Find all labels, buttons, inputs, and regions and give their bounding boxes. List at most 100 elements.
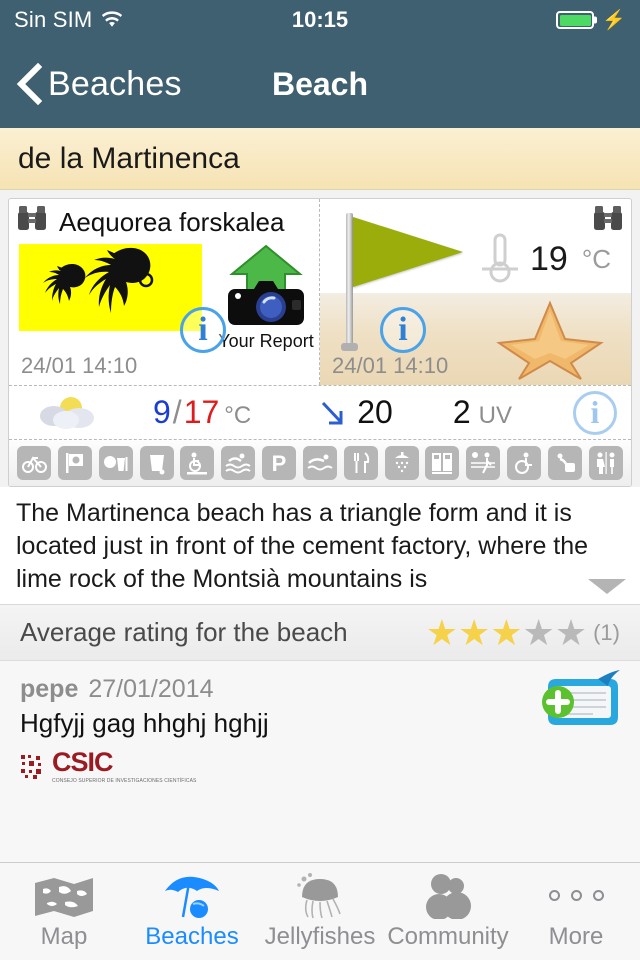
tab-community[interactable]: Community xyxy=(384,863,512,960)
csic-text-block: CSIC CONSEJO SUPERIOR DE INVESTIGACIONES… xyxy=(52,747,196,785)
battery-full-icon xyxy=(556,11,598,29)
water-temperature-group: 19 °C xyxy=(480,231,611,287)
beach-description: The Martinenca beach has a triangle form… xyxy=(0,487,640,605)
swimming-icon[interactable] xyxy=(302,446,337,480)
bicycle-parking-icon[interactable] xyxy=(17,446,51,480)
wind-direction-arrow-icon xyxy=(322,401,343,424)
temp-separator: / xyxy=(172,394,182,430)
jellyfish-illustration: i xyxy=(19,244,226,353)
water-temperature-unit: °C xyxy=(581,243,612,274)
tab-bar: Map Beaches Jellyfishes Community More xyxy=(0,862,640,960)
weather-info-button[interactable]: i xyxy=(573,390,617,435)
toilets-icon[interactable] xyxy=(588,446,623,480)
add-comment-button[interactable] xyxy=(538,669,626,742)
star-icon[interactable]: ★ xyxy=(523,614,555,651)
services-icon-row: P xyxy=(9,440,631,486)
comment-text: Hgfyjj gag hhghj hghjj xyxy=(20,708,269,738)
jellyfish-timestamp: 24/01 14:10 xyxy=(21,353,138,378)
beach-info-panel: Aequorea forskalea i Your Report 24/01 1… xyxy=(8,198,632,487)
waste-bin-icon[interactable] xyxy=(139,446,174,480)
comment-header: pepe 27/01/2014 xyxy=(20,675,620,704)
accessible-chair-icon[interactable] xyxy=(507,446,542,480)
shower-icon[interactable] xyxy=(384,446,419,480)
parking-icon[interactable]: P xyxy=(262,446,297,480)
drinking-fountain-icon[interactable] xyxy=(547,446,582,480)
status-right-group: ⚡ xyxy=(556,11,626,30)
star-icon[interactable]: ★ xyxy=(426,614,458,651)
restaurant-icon[interactable] xyxy=(343,446,378,480)
your-report-button[interactable]: Your Report xyxy=(216,244,316,352)
tab-map[interactable]: Map xyxy=(0,863,128,960)
accessible-bathing-icon[interactable] xyxy=(221,446,256,480)
panel-top-row: Aequorea forskalea i Your Report 24/01 1… xyxy=(9,199,631,385)
binoculars-icon xyxy=(594,206,622,230)
rating-stars[interactable]: ★ ★ ★ ★ ★ (1) xyxy=(426,614,620,651)
back-button-label: Beaches xyxy=(48,64,182,103)
tab-label: Jellyfishes xyxy=(264,922,376,950)
green-flag-icon xyxy=(341,213,463,351)
starfish-icon xyxy=(496,300,604,380)
chevron-left-icon xyxy=(16,63,42,105)
status-bar: Sin SIM 10:15 ⚡ xyxy=(0,0,640,40)
beach-flag-card[interactable]: 19 °C i 24/01 14:10 xyxy=(320,199,631,385)
comment-item: pepe 27/01/2014 Hgfyjj gag hhghj hghjj xyxy=(20,675,620,739)
jellyfish-sighting-card[interactable]: Aequorea forskalea i Your Report 24/01 1… xyxy=(9,199,320,385)
map-icon xyxy=(33,873,95,919)
star-icon[interactable]: ★ xyxy=(490,614,522,651)
temp-max: 17 xyxy=(183,394,220,430)
tab-beaches[interactable]: Beaches xyxy=(128,863,256,960)
people-icon xyxy=(419,873,477,919)
comment-author: pepe xyxy=(20,675,79,703)
volleyball-icon[interactable] xyxy=(466,446,501,480)
rating-label: Average rating for the beach xyxy=(20,617,348,647)
binoculars-icon xyxy=(18,206,46,230)
wind-group: 20 xyxy=(317,394,393,431)
flag-timestamp: 24/01 14:10 xyxy=(332,353,449,378)
status-left-group: Sin SIM xyxy=(14,7,123,33)
add-comment-icon xyxy=(542,670,620,725)
navigation-bar: Beaches Beach xyxy=(0,40,640,128)
your-report-label: Your Report xyxy=(218,331,314,351)
tab-more[interactable]: More xyxy=(512,863,640,960)
uv-label: UV xyxy=(478,402,512,429)
beach-flag-icon[interactable] xyxy=(57,446,92,480)
wind-speed: 20 xyxy=(357,394,393,430)
back-button[interactable]: Beaches xyxy=(16,63,182,105)
rating-row: Average rating for the beach ★ ★ ★ ★ ★ (… xyxy=(0,605,640,661)
beach-name-bar: de la Martinenca xyxy=(0,128,640,190)
jellyfish-icon xyxy=(292,872,348,919)
uv-group: 2 UV xyxy=(453,394,512,431)
camera-upload-icon xyxy=(228,244,304,325)
lockers-icon[interactable] xyxy=(425,446,460,480)
sun-behind-clouds-icon xyxy=(40,396,94,429)
csic-mark-icon xyxy=(21,754,41,779)
comment-date: 27/01/2014 xyxy=(88,675,214,703)
tab-jellyfishes[interactable]: Jellyfishes xyxy=(256,863,384,960)
csic-name: CSIC xyxy=(52,747,114,777)
comments-section: pepe 27/01/2014 Hgfyjj gag hhghj hghjj C… xyxy=(0,661,640,871)
star-icon[interactable]: ★ xyxy=(458,614,490,651)
temp-unit: °C xyxy=(224,402,252,429)
csic-logo: CSIC CONSEJO SUPERIOR DE INVESTIGACIONES… xyxy=(20,749,620,784)
chevron-down-icon[interactable] xyxy=(588,579,626,594)
air-temperature-group: 9 / 17 °C xyxy=(153,394,251,431)
carrier-label: Sin SIM xyxy=(14,7,93,32)
flag-info-button[interactable]: i xyxy=(380,307,426,353)
beach-name: de la Martinenca xyxy=(18,141,240,175)
wifi-icon xyxy=(102,11,123,27)
beach-toys-icon[interactable] xyxy=(98,446,133,480)
more-dots-icon xyxy=(548,873,604,919)
jellyfish-info-button[interactable]: i xyxy=(180,307,226,353)
weather-strip: 9 / 17 °C 20 2 UV i xyxy=(9,385,631,440)
svg-text:P: P xyxy=(272,451,287,475)
star-icon[interactable]: ★ xyxy=(555,614,587,651)
temp-min: 9 xyxy=(153,394,171,430)
tab-label: Map xyxy=(40,922,88,950)
tab-label: More xyxy=(548,922,604,950)
accessible-walkway-icon[interactable] xyxy=(180,446,215,480)
jellyfish-row: i Your Report xyxy=(17,244,314,353)
umbrella-icon xyxy=(161,873,223,919)
water-temperature-value: 19 xyxy=(530,239,568,278)
uv-value: 2 xyxy=(452,394,471,430)
tab-label: Beaches xyxy=(145,922,239,950)
